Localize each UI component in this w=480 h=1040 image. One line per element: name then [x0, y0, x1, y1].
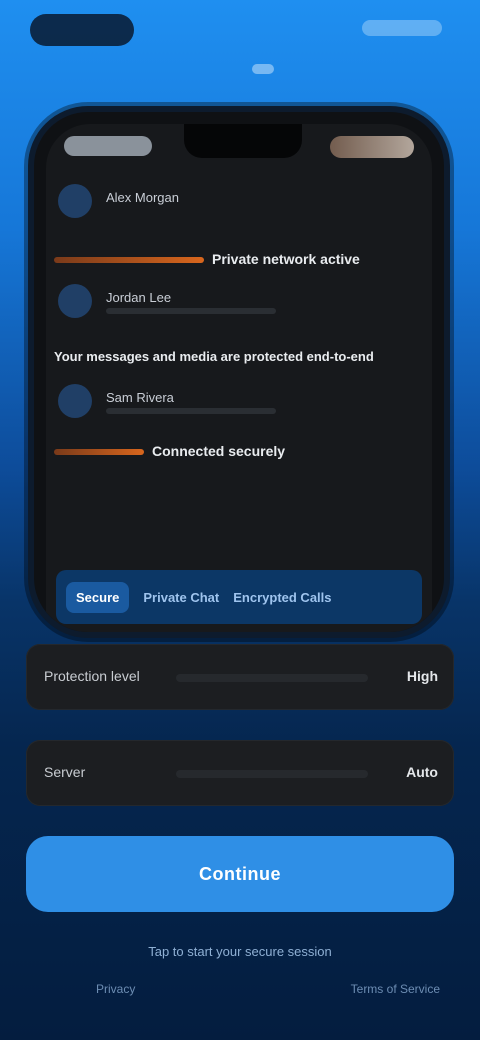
- page-indicator: [252, 64, 274, 74]
- server-field[interactable]: Server Auto: [26, 740, 454, 806]
- field-value: High: [406, 668, 438, 684]
- helper-text: Tap to start your secure session: [148, 944, 332, 959]
- message-headline: Private network active: [54, 250, 360, 268]
- message-sender: Jordan Lee: [106, 290, 172, 305]
- tab-private-chat[interactable]: Private Chat: [143, 590, 219, 605]
- message-row: Sam Rivera: [46, 374, 432, 424]
- message-sender: Sam Rivera: [106, 390, 174, 405]
- field-value: Auto: [406, 764, 438, 780]
- tab-bar: Secure Private Chat Encrypted Calls: [56, 570, 422, 624]
- field-label: Server: [44, 764, 86, 780]
- message-preview: [106, 308, 276, 314]
- brand-logo: [30, 14, 134, 46]
- accent-bar: [54, 449, 144, 456]
- field-label: Protection level: [44, 668, 140, 684]
- field-track: [176, 770, 368, 778]
- terms-link[interactable]: Terms of Service: [351, 982, 440, 996]
- message-headline: Your messages and media are protected en…: [54, 349, 374, 364]
- status-bar-icons: [330, 136, 414, 158]
- tab-encrypted-calls[interactable]: Encrypted Calls: [233, 590, 331, 605]
- skip-link[interactable]: [362, 20, 442, 36]
- phone-mockup: Alex Morgan Private network active Jorda…: [34, 112, 444, 632]
- avatar: [58, 184, 92, 218]
- avatar: [58, 284, 92, 318]
- continue-button[interactable]: Continue: [26, 836, 454, 912]
- message-row: Alex Morgan: [46, 174, 432, 224]
- phone-notch: [184, 124, 302, 158]
- top-bar: [0, 0, 480, 74]
- message-sender: Alex Morgan: [106, 190, 179, 205]
- field-track: [176, 674, 368, 682]
- message-headline: Connected securely: [54, 442, 285, 460]
- protection-level-field[interactable]: Protection level High: [26, 644, 454, 710]
- message-row: Jordan Lee: [46, 274, 432, 324]
- phone-screen: Alex Morgan Private network active Jorda…: [46, 124, 432, 632]
- privacy-link[interactable]: Privacy: [96, 982, 135, 996]
- accent-bar: [54, 257, 204, 264]
- message-preview: [106, 408, 276, 414]
- tab-secure[interactable]: Secure: [66, 581, 130, 613]
- status-bar-time: [64, 136, 152, 156]
- avatar: [58, 384, 92, 418]
